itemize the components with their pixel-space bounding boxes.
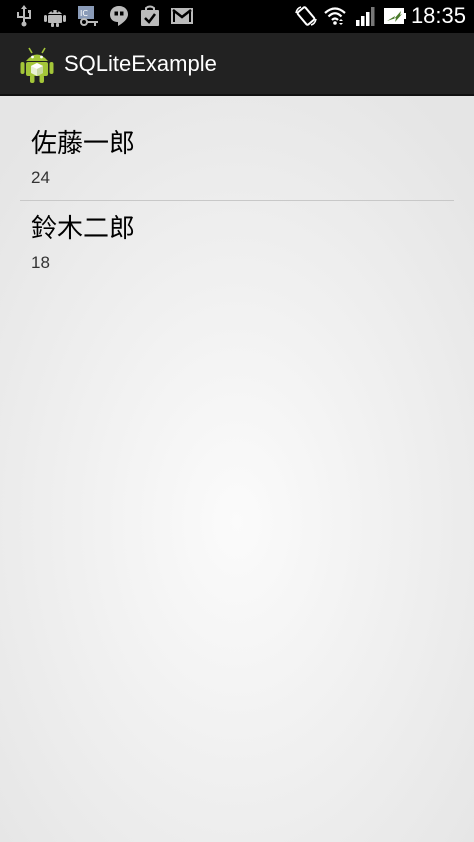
action-bar: SQLiteExample bbox=[0, 33, 474, 96]
gmail-icon bbox=[170, 5, 194, 27]
status-bar: IC 18:35 bbox=[0, 0, 474, 33]
ic-key-icon: IC bbox=[76, 5, 100, 27]
usb-icon bbox=[12, 5, 36, 27]
list-item[interactable]: 鈴木二郎 18 bbox=[20, 201, 454, 286]
list-item-name: 鈴木二郎 bbox=[31, 214, 136, 244]
hangouts-icon bbox=[107, 5, 131, 27]
status-clock: 18:35 bbox=[410, 3, 466, 28]
svg-text:IC: IC bbox=[80, 9, 88, 18]
list-item-name: 佐藤一郎 bbox=[31, 129, 136, 159]
app-title: SQLiteExample bbox=[64, 51, 217, 76]
person-list: 佐藤一郎 24 鈴木二郎 18 bbox=[20, 116, 454, 286]
list-item-age: 18 bbox=[31, 253, 50, 272]
android-debug-icon bbox=[43, 5, 67, 27]
battery-icon bbox=[383, 5, 407, 27]
list-item[interactable]: 佐藤一郎 24 bbox=[20, 116, 454, 201]
auto-rotate-icon bbox=[294, 5, 318, 27]
play-store-icon bbox=[138, 5, 162, 27]
android-app-icon[interactable] bbox=[20, 46, 54, 84]
list-item-age: 24 bbox=[31, 168, 50, 187]
signal-icon bbox=[353, 5, 377, 27]
wifi-icon bbox=[323, 5, 347, 27]
